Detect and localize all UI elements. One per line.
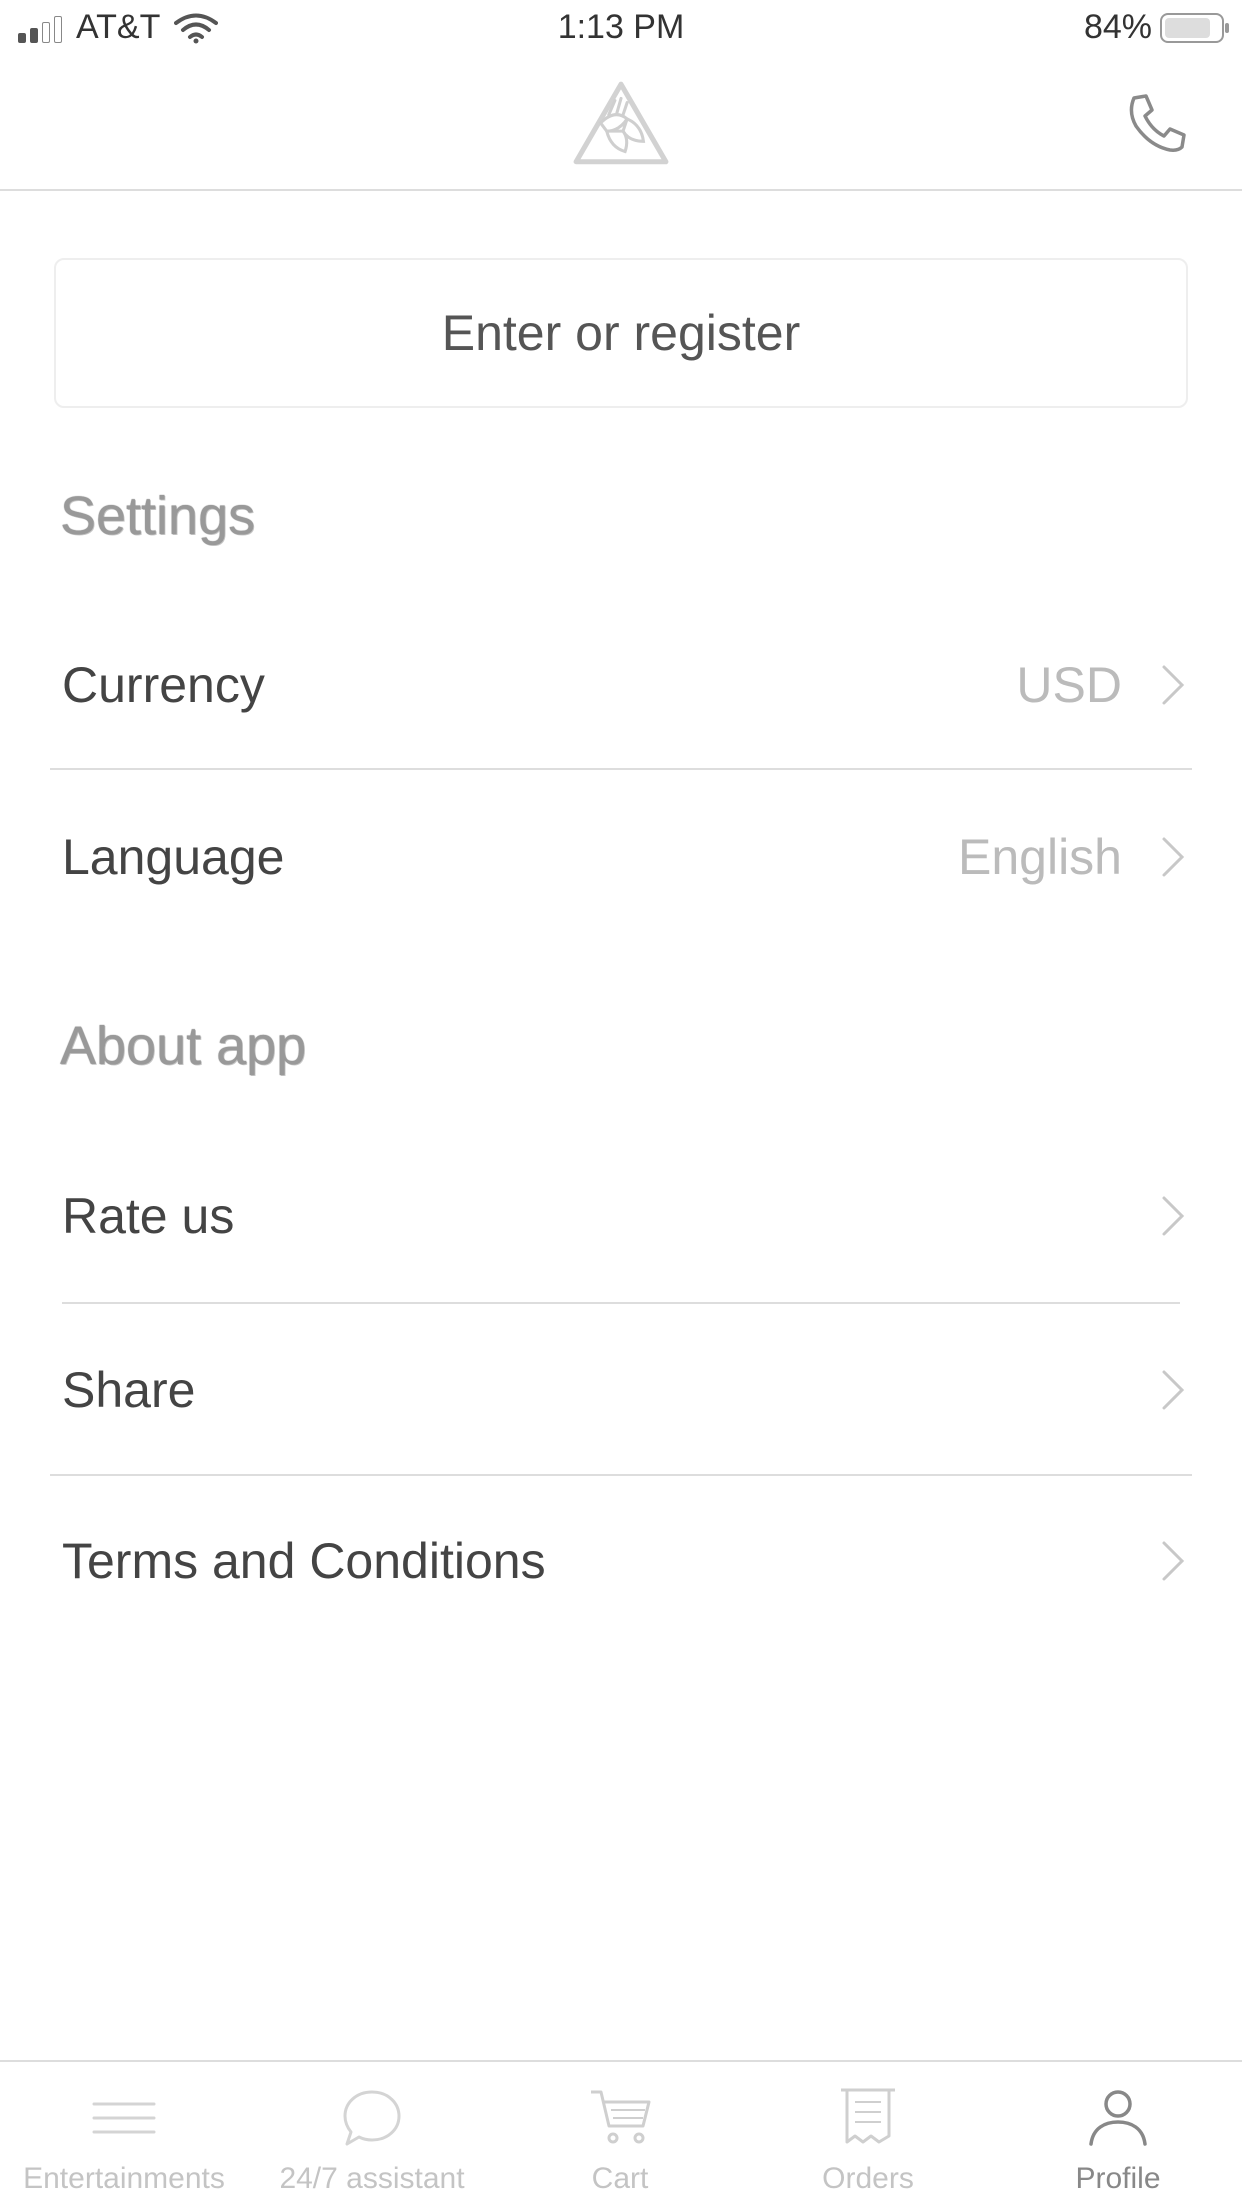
rate-us-label: Rate us — [62, 1188, 235, 1244]
settings-section-title: Settings — [60, 486, 256, 546]
about-section-title: About app — [60, 1016, 307, 1076]
chat-bubble-icon — [343, 2090, 401, 2146]
share-label: Share — [62, 1362, 196, 1418]
chevron-right-icon — [1162, 665, 1185, 705]
language-label: Language — [62, 829, 285, 885]
tab-label: Cart — [591, 2162, 649, 2195]
tab-profile[interactable]: Profile — [994, 2062, 1242, 2210]
language-value: English — [958, 829, 1122, 885]
app-header — [0, 58, 1242, 191]
status-time: 1:13 PM — [557, 8, 685, 46]
tab-cart[interactable]: Cart — [496, 2062, 744, 2210]
menu-lines-icon — [92, 2102, 156, 2134]
status-bar: AT&T 1:13 PM 84% — [0, 0, 1242, 58]
divider — [50, 768, 1192, 770]
tab-label: 24/7 assistant — [279, 2162, 465, 2195]
tab-label: Orders — [822, 2162, 914, 2195]
chevron-right-icon — [1162, 837, 1185, 877]
terms-label: Terms and Conditions — [62, 1533, 546, 1589]
divider — [50, 1474, 1192, 1476]
cart-icon — [591, 2090, 651, 2144]
person-icon — [1089, 2090, 1147, 2146]
tab-orders[interactable]: Orders — [744, 2062, 992, 2210]
tab-label: Profile — [1075, 2162, 1161, 2195]
chevron-right-icon — [1162, 1541, 1185, 1581]
tab-entertainments[interactable]: Entertainments — [0, 2062, 248, 2210]
currency-label: Currency — [62, 657, 265, 713]
hands-triangle-logo — [573, 81, 669, 165]
chevron-right-icon — [1162, 1370, 1185, 1410]
language-row[interactable]: Language English — [50, 782, 1192, 932]
battery-percent: 84% — [1083, 8, 1152, 46]
enter-or-register-button[interactable]: Enter or register — [54, 258, 1188, 408]
rate-us-row[interactable]: Rate us — [50, 1141, 1192, 1291]
phone-icon[interactable] — [1122, 88, 1192, 158]
chevron-right-icon — [1162, 1196, 1185, 1236]
battery-icon — [1160, 12, 1229, 43]
tab-label: Entertainments — [23, 2162, 225, 2195]
tab-bar: Entertainments 24/7 assistant Cart Order… — [0, 2060, 1242, 2208]
currency-value: USD — [1016, 657, 1122, 713]
share-row[interactable]: Share — [50, 1315, 1192, 1465]
battery-fill — [1165, 17, 1211, 38]
currency-row[interactable]: Currency USD — [50, 610, 1192, 760]
tab-assistant[interactable]: 24/7 assistant — [248, 2062, 496, 2210]
divider — [62, 1302, 1180, 1304]
terms-row[interactable]: Terms and Conditions — [50, 1486, 1192, 1636]
receipt-icon — [841, 2088, 895, 2144]
status-right: 84% — [1083, 8, 1229, 47]
